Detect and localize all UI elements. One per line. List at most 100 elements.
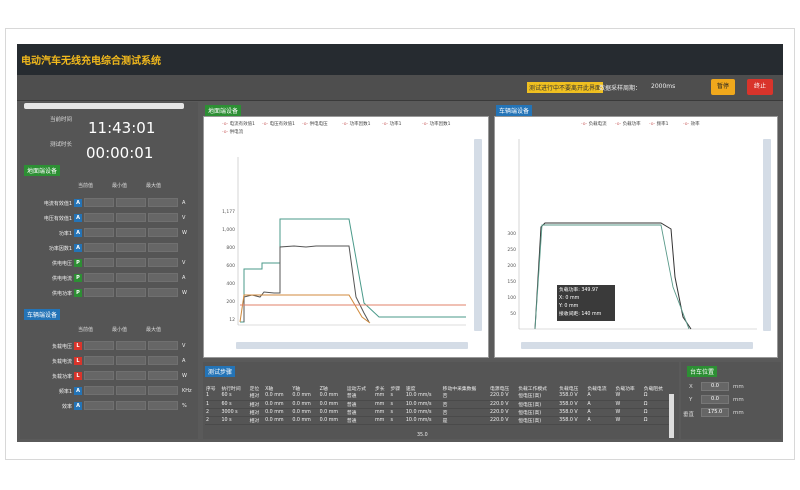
current-value-cell bbox=[84, 288, 114, 297]
row-label: 供电电压 bbox=[51, 261, 72, 267]
max-value-cell bbox=[148, 228, 178, 237]
channel-tag: A bbox=[74, 199, 82, 207]
min-value-cell bbox=[116, 356, 146, 365]
table-cell: 恒电压(高) bbox=[517, 400, 559, 409]
table-row[interactable]: 2 10 s 相对 0.0 mm 0.0 mm 0.0 mm 普通 mm s 10.0 mm/s 是… bbox=[205, 416, 671, 425]
y-tick-label: 600 bbox=[226, 263, 235, 269]
table-cell: 0.0 mm bbox=[291, 392, 319, 401]
table-cell: s bbox=[389, 408, 405, 417]
min-value-cell bbox=[116, 198, 146, 207]
column-header[interactable]: 速度 bbox=[405, 378, 442, 392]
table-cell: 2 bbox=[205, 416, 221, 425]
min-value-cell bbox=[116, 401, 146, 410]
current-time: 11:43:01 bbox=[88, 119, 156, 137]
row-label: 功率1 bbox=[58, 231, 72, 237]
x-unit: mm bbox=[733, 384, 744, 390]
y-tick-label: 200 bbox=[226, 299, 235, 305]
table-row[interactable]: 2 3000 s 相对 0.0 mm 0.0 mm 0.0 mm 普通 mm s 10.0 mm/… bbox=[205, 408, 671, 417]
vehicle-chart-hscroll[interactable] bbox=[521, 342, 753, 349]
column-header[interactable]: 负载电压 bbox=[558, 378, 586, 392]
unit-label: A bbox=[182, 358, 186, 364]
table-cell: s bbox=[389, 392, 405, 401]
steps-scrollbar[interactable] bbox=[669, 394, 674, 438]
steps-panel: 测试步骤 序号 执行时间 定位 X轴 Y轴 Z轴 运动方式 步长 步骤 速度 移动中采集数据 电源电压… bbox=[203, 362, 679, 439]
table-cell: s bbox=[389, 416, 405, 425]
channel-tag: L bbox=[74, 372, 82, 380]
vehicle-chart-vscroll[interactable] bbox=[763, 139, 771, 331]
table-cell: Ω bbox=[642, 408, 671, 417]
min-value-cell bbox=[116, 386, 146, 395]
series-power bbox=[239, 294, 371, 324]
column-header[interactable]: 执行时间 bbox=[220, 378, 248, 392]
h-input[interactable]: 175.0 bbox=[701, 408, 729, 417]
table-cell: A bbox=[586, 408, 615, 417]
table-row[interactable]: 1 60 s 相对 0.0 mm 0.0 mm 0.0 mm 普通 mm s 10.0 mm/s 否… bbox=[205, 392, 671, 401]
tooltip-line: X: 0 mm bbox=[559, 296, 580, 301]
col-max: 最大值 bbox=[146, 183, 162, 189]
ground-chart-vscroll[interactable] bbox=[474, 139, 482, 331]
y-input[interactable]: 0.0 bbox=[701, 395, 729, 404]
channel-tag: P bbox=[74, 274, 82, 282]
unit-label: V bbox=[182, 215, 186, 221]
unit-label: W bbox=[182, 290, 187, 296]
ground-chart-title: 地面端设备 bbox=[205, 105, 242, 116]
h-unit: mm bbox=[733, 410, 744, 416]
unit-label: V bbox=[182, 343, 186, 349]
x-input[interactable]: 0.0 bbox=[701, 382, 729, 391]
column-header[interactable]: 序号 bbox=[205, 378, 220, 392]
channel-tag: L bbox=[74, 357, 82, 365]
min-value-cell bbox=[116, 258, 146, 267]
pause-button[interactable]: 暂停 bbox=[711, 79, 735, 95]
column-header[interactable]: 步长 bbox=[374, 378, 389, 392]
min-value-cell bbox=[116, 341, 146, 350]
y-unit: mm bbox=[733, 397, 744, 403]
table-cell: 相对 bbox=[248, 416, 265, 425]
table-row[interactable]: 1 60 s 相对 0.0 mm 0.0 mm 0.0 mm 普通 mm s 10.0 mm/s 否… bbox=[205, 400, 671, 409]
table-cell: 0.0 mm bbox=[264, 400, 292, 409]
app-title: 电动汽车无线充电综合测试系统 bbox=[21, 56, 161, 67]
y-tick-label: 200 bbox=[507, 263, 516, 269]
max-value-cell bbox=[148, 258, 178, 267]
table-cell: 0.0 mm bbox=[318, 408, 346, 417]
tooltip-line: 负载功率: 349.97 bbox=[559, 288, 599, 293]
current-value-cell bbox=[84, 198, 114, 207]
column-header[interactable]: 移动中采集数据 bbox=[442, 378, 489, 392]
progress-bar bbox=[24, 103, 184, 109]
y-tick-label: 400 bbox=[226, 281, 235, 287]
stop-button[interactable]: 终止 bbox=[747, 79, 773, 95]
table-cell: 否 bbox=[441, 400, 489, 409]
vehicle-chart-plot: 300 250 200 150 100 50 bbox=[507, 139, 757, 330]
column-header[interactable]: 电源电压 bbox=[489, 378, 517, 392]
unit-label: A bbox=[182, 275, 186, 281]
table-cell: 恒电压(高) bbox=[517, 392, 559, 401]
max-value-cell bbox=[148, 273, 178, 282]
steps-table: 序号 执行时间 定位 X轴 Y轴 Z轴 运动方式 步长 步骤 速度 移动中采集数据 电源电压 负载工作模… bbox=[205, 378, 671, 425]
table-cell: mm bbox=[374, 392, 390, 401]
column-header[interactable]: X轴 bbox=[264, 378, 291, 392]
ground-chart-hscroll[interactable] bbox=[236, 342, 468, 349]
title-bar: 电动汽车无线充电综合测试系统 bbox=[17, 44, 783, 75]
vehicle-chart: -o- 负载电流 -o- 负载功率 -o- 频率1 -o- 效率 300 250 2… bbox=[494, 116, 778, 358]
column-header[interactable]: Z轴 bbox=[319, 378, 346, 392]
y-tick-label: 300 bbox=[507, 231, 516, 237]
table-cell: A bbox=[586, 416, 615, 425]
column-header[interactable]: 负载阻抗 bbox=[643, 378, 671, 392]
x-label: X bbox=[689, 384, 693, 390]
column-header[interactable]: 步骤 bbox=[389, 378, 404, 392]
column-header[interactable]: Y轴 bbox=[291, 378, 318, 392]
column-header[interactable]: 运动方式 bbox=[346, 378, 374, 392]
column-header[interactable]: 定位 bbox=[249, 378, 264, 392]
channel-tag: A bbox=[74, 402, 82, 410]
column-header[interactable]: 负载工作模式 bbox=[517, 378, 558, 392]
ground-section-title: 地面端设备 bbox=[24, 165, 61, 176]
unit-label: % bbox=[182, 403, 187, 409]
column-header[interactable]: 负载电流 bbox=[586, 378, 614, 392]
column-header[interactable]: 负载功率 bbox=[615, 378, 643, 392]
vehicle-chart-title: 车辆端设备 bbox=[496, 105, 533, 116]
max-value-cell bbox=[148, 288, 178, 297]
min-value-cell bbox=[116, 273, 146, 282]
position-title: 台车位置 bbox=[687, 366, 718, 377]
max-value-cell bbox=[148, 243, 178, 252]
y-label: Y bbox=[689, 397, 693, 403]
row-label: 负载电压 bbox=[51, 344, 72, 350]
